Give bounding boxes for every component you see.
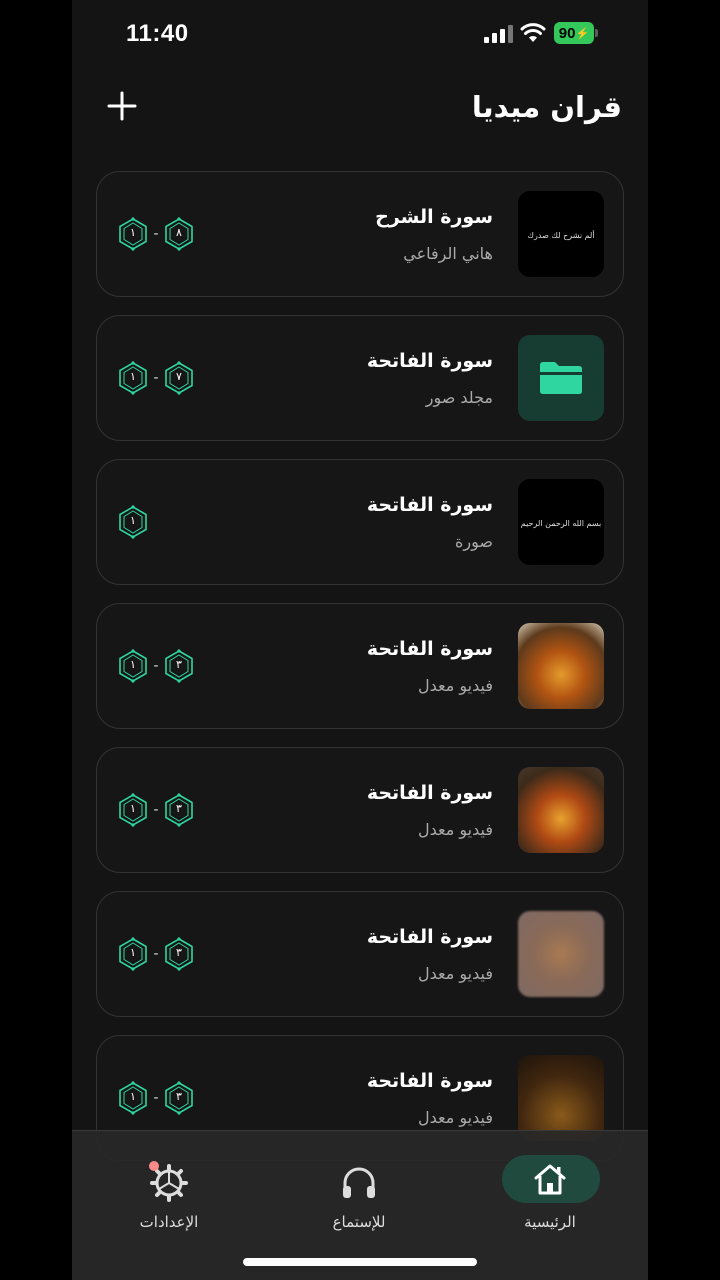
- ayah-end-number: ٨: [176, 226, 182, 239]
- ayah-start-badge: ١: [117, 505, 149, 539]
- range-separator: -: [153, 658, 159, 674]
- battery-cap: [595, 29, 598, 37]
- thumbnail-caption: ألم نشرح لك صدرك: [527, 231, 595, 240]
- ayah-range: ١ - ٣: [117, 793, 195, 827]
- thumbnail-caption: بسم الله الرحمن الرحيم: [520, 519, 602, 528]
- ayah-start-badge: ١: [117, 937, 149, 971]
- surah-title: سورة الفاتحة: [366, 638, 493, 660]
- plus-icon[interactable]: [106, 90, 138, 122]
- nav-home[interactable]: الرئيسية: [490, 1153, 610, 1233]
- ayah-end-badge: ٨: [163, 217, 195, 251]
- media-subtitle: فيديو معدل: [418, 1108, 493, 1127]
- media-thumbnail: [518, 335, 604, 421]
- ayah-start-badge: ١: [117, 361, 149, 395]
- app-header: قران ميديا: [72, 80, 648, 140]
- range-separator: -: [153, 370, 159, 386]
- ayah-start-number: ١: [130, 226, 136, 239]
- ayah-range: ١ - ٣: [117, 649, 195, 683]
- media-subtitle: هاني الرفاعي: [403, 244, 493, 263]
- media-subtitle: فيديو معدل: [418, 676, 493, 695]
- ayah-range: ١ - ٧: [117, 361, 195, 395]
- media-thumbnail: ألم نشرح لك صدرك: [518, 191, 604, 277]
- battery-level: 90: [558, 24, 576, 42]
- ayah-end-number: ٣: [176, 658, 182, 671]
- ayah-range: ١ - ٣: [117, 1081, 195, 1115]
- surah-title: سورة الفاتحة: [366, 926, 493, 948]
- range-separator: -: [153, 946, 159, 962]
- folder-icon: [540, 362, 582, 394]
- ayah-start-number: ١: [130, 658, 136, 671]
- media-subtitle: فيديو معدل: [418, 964, 493, 983]
- media-thumbnail: [518, 911, 604, 997]
- media-card[interactable]: سورة الفاتحة مجلد صور ١ - ٧: [96, 315, 624, 441]
- ayah-end-badge: ٣: [163, 793, 195, 827]
- media-subtitle: فيديو معدل: [418, 820, 493, 839]
- battery-indicator: 90 ⚡: [554, 22, 594, 44]
- ayah-end-number: ٣: [176, 946, 182, 959]
- ayah-end-number: ٣: [176, 802, 182, 815]
- media-card[interactable]: سورة الفاتحة فيديو معدل ١ - ٣: [96, 747, 624, 873]
- ayah-range: ١: [117, 505, 149, 539]
- cellular-signal-icon: [484, 25, 514, 43]
- ayah-start-number: ١: [130, 1090, 136, 1103]
- nav-listen[interactable]: للإستماع: [299, 1153, 419, 1233]
- ayah-start-number: ١: [130, 514, 136, 527]
- ayah-start-badge: ١: [117, 217, 149, 251]
- surah-title: سورة الفاتحة: [366, 494, 493, 516]
- media-list: ألم نشرح لك صدرك سورة الشرح هاني الرفاعي ١ -…: [96, 171, 624, 1179]
- app-screen: 11:40 90 ⚡ قران ميديا ألم نشرح لك صدرك سور…: [72, 0, 648, 1280]
- home-indicator: [243, 1258, 477, 1266]
- ayah-end-badge: ٣: [163, 1081, 195, 1115]
- media-subtitle: صورة: [455, 532, 493, 551]
- nav-home-label: الرئيسية: [524, 1213, 576, 1231]
- home-icon: [534, 1164, 566, 1195]
- ayah-end-badge: ٣: [163, 937, 195, 971]
- ayah-end-number: ٣: [176, 1090, 182, 1103]
- media-thumbnail: [518, 1055, 604, 1141]
- notification-dot: [149, 1161, 159, 1171]
- range-separator: -: [153, 1090, 159, 1106]
- media-card[interactable]: بسم الله الرحمن الرحيم سورة الفاتحة صورة ١: [96, 459, 624, 585]
- media-thumbnail: بسم الله الرحمن الرحيم: [518, 479, 604, 565]
- status-time: 11:40: [126, 20, 189, 47]
- nav-listen-label: للإستماع: [332, 1213, 386, 1231]
- media-card[interactable]: ألم نشرح لك صدرك سورة الشرح هاني الرفاعي ١ -…: [96, 171, 624, 297]
- ayah-start-number: ١: [130, 370, 136, 383]
- page-title: قران ميديا: [471, 90, 622, 124]
- media-thumbnail: [518, 623, 604, 709]
- ayah-end-number: ٧: [176, 370, 182, 383]
- ayah-end-badge: ٣: [163, 649, 195, 683]
- media-subtitle: مجلد صور: [425, 388, 493, 407]
- wifi-icon: [520, 23, 546, 42]
- surah-title: سورة الفاتحة: [366, 350, 493, 372]
- headphones-icon: [343, 1167, 375, 1198]
- media-thumbnail: [518, 767, 604, 853]
- surah-title: سورة الشرح: [375, 206, 493, 228]
- range-separator: -: [153, 226, 159, 242]
- range-separator: -: [153, 802, 159, 818]
- media-card[interactable]: سورة الفاتحة فيديو معدل ١ - ٣: [96, 603, 624, 729]
- nav-settings-label: الإعدادات: [139, 1213, 199, 1231]
- status-bar: 11:40 90 ⚡: [72, 0, 648, 70]
- ayah-start-number: ١: [130, 946, 136, 959]
- ayah-start-badge: ١: [117, 649, 149, 683]
- ayah-start-badge: ١: [117, 793, 149, 827]
- nav-settings[interactable]: الإعدادات: [109, 1153, 229, 1233]
- surah-title: سورة الفاتحة: [366, 782, 493, 804]
- media-card[interactable]: سورة الفاتحة فيديو معدل ١ - ٣: [96, 891, 624, 1017]
- surah-title: سورة الفاتحة: [366, 1070, 493, 1092]
- ayah-end-badge: ٧: [163, 361, 195, 395]
- ayah-range: ١ - ٣: [117, 937, 195, 971]
- ayah-start-badge: ١: [117, 1081, 149, 1115]
- ayah-start-number: ١: [130, 802, 136, 815]
- ayah-range: ١ - ٨: [117, 217, 195, 251]
